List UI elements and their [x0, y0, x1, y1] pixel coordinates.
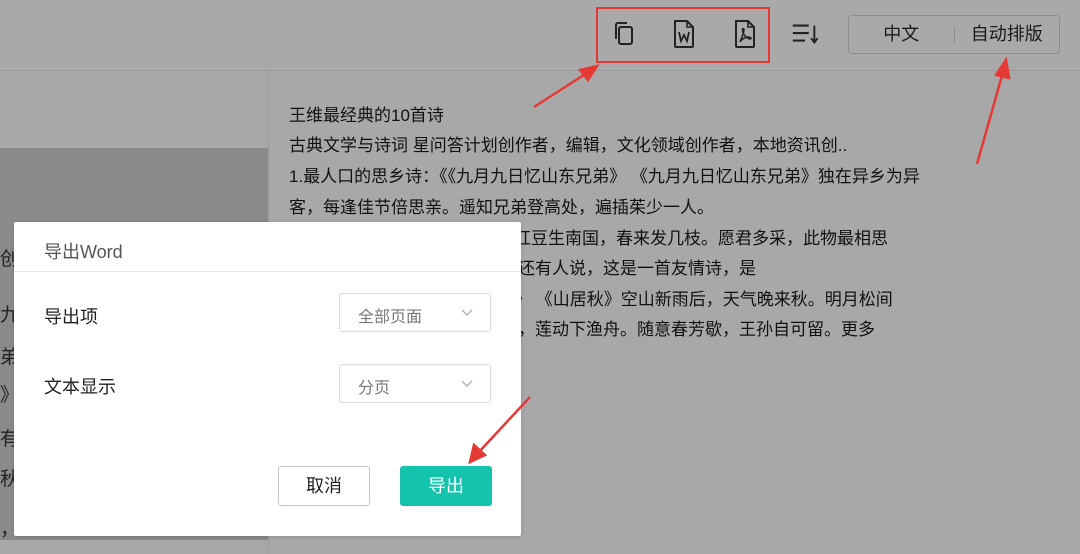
export-item-select[interactable]: 全部页面	[339, 293, 491, 332]
export-item-value: 全部页面	[358, 309, 423, 326]
document-line: 还有人说，这是一首友情诗，是	[518, 259, 756, 278]
export-word-dialog: 导出Word 导出项 全部页面 文本显示 分页 取消 导出	[14, 222, 521, 536]
arrow-to-export-icons	[533, 69, 591, 109]
left-text-fragment: 有	[0, 429, 14, 450]
export-item-label: 导出项	[44, 307, 98, 327]
text-display-value: 分页	[358, 380, 391, 397]
text-display-select[interactable]: 分页	[339, 364, 491, 403]
document-line: 古典文学与诗词 星问答计划创作者，编辑，文化领域创作者，本地资讯创..	[289, 136, 848, 155]
left-text-fragment: 创	[0, 249, 14, 270]
document-line: ，莲动下渔舟。随意春芳歇，王孙自可留。更多	[518, 320, 875, 339]
top-toolbar: 中文 自动排版	[0, 0, 1080, 71]
document-line: 客，每逢佳节倍思亲。遥知兄弟登高处，遍插茱少一人。	[289, 198, 714, 217]
chinese-language-button[interactable]: 中文	[849, 16, 954, 53]
chevron-down-icon	[461, 380, 473, 387]
left-text-fragment: 秋	[0, 469, 14, 490]
left-text-fragment: 》	[0, 380, 14, 407]
arrow-to-auto-layout	[975, 71, 1005, 165]
sort-lines-icon[interactable]	[790, 18, 820, 50]
document-line: 思》红豆生南国，春来发几枝。愿君多采，此物最相思	[480, 229, 888, 248]
document-line: 居秋》 《山居秋》空山新雨后，天气晚来秋。明月松间	[480, 290, 893, 309]
chevron-down-icon	[461, 309, 473, 316]
auto-layout-button[interactable]: 自动排版	[955, 16, 1060, 53]
document-line: 1.最人口的思乡诗：《《九月九日忆山东兄弟》 《九月九日忆山东兄弟》独在异乡为异	[289, 167, 920, 186]
export-button[interactable]: 导出	[400, 466, 492, 506]
left-text-fragment: 九	[0, 305, 14, 326]
export-icons-highlight	[596, 7, 770, 63]
left-text-fragment: 弟	[0, 347, 14, 368]
dialog-divider	[14, 271, 521, 272]
cancel-button[interactable]: 取消	[278, 466, 370, 506]
document-title: 王维最经典的10首诗	[289, 106, 444, 125]
dialog-title: 导出Word	[44, 242, 123, 262]
left-text-fragment: ，	[0, 514, 14, 541]
text-display-label: 文本显示	[44, 377, 116, 397]
lang-layout-group: 中文 自动排版	[848, 15, 1060, 54]
